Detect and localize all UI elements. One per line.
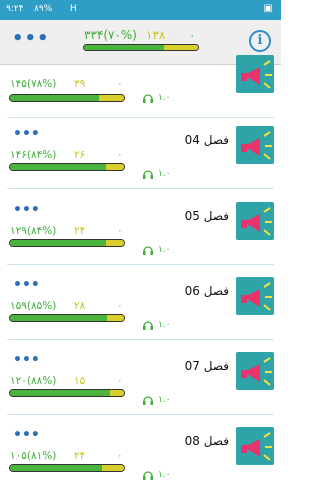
card-progress-bar [9,94,125,102]
listen-count: ۱.۰ [158,470,171,480]
headphone-icon[interactable] [142,319,154,331]
card-zero-stat: ۰ [117,450,123,462]
listen-count: ۱.۰ [158,320,171,330]
card-count-stat: ۱۵ [74,375,86,387]
card-count-stat: ۲۴ [74,450,86,462]
card-progress-fill [10,465,103,471]
notification-icon: ▣ [263,3,273,14]
card-progress-bar [9,314,125,322]
listen-count: ۱.۰ [158,395,171,405]
listen-count: ۱.۰ [158,245,171,255]
megaphone-thumbnail-icon [236,126,274,164]
chapter-title: فصل 06 [184,284,229,298]
chapter-card[interactable]: ••• فصل 04 ۱۴۶(۸۴%) ۲۶ ۰ ۱.۰ [7,118,274,189]
card-count-stat: ۲۴ [74,225,86,237]
megaphone-thumbnail-icon [236,202,274,240]
chapter-card[interactable]: ••• فصل 08 ۱۰۵(۸۱%) ۲۴ ۰ ۱.۰ [7,419,274,489]
chapter-title: فصل 07 [184,359,229,373]
card-menu-button[interactable]: ••• [13,427,40,443]
card-total-stat: ۱۵۹(۸۵%) [10,300,57,312]
card-total-stat: ۱۲۰(۸۸%) [10,375,57,387]
card-count-stat: ۲۸ [74,300,86,312]
headphone-icon[interactable] [142,92,154,104]
card-progress-fill [10,95,99,101]
card-zero-stat: ۰ [117,78,123,90]
megaphone-thumbnail-icon [236,277,274,315]
megaphone-thumbnail-icon [236,55,274,93]
card-progress-bar [9,464,125,472]
chapter-card[interactable]: ••• فصل 05 ۱۲۹(۸۴%) ۲۴ ۰ ۱.۰ [7,194,274,265]
progress-segment [105,164,124,170]
card-count-stat: ۳۹ [74,78,86,90]
headphone-icon[interactable] [142,244,154,256]
signal-indicator: H [70,4,77,14]
card-total-stat: ۱۴۵(۷۸%) [10,78,57,90]
megaphone-thumbnail-icon [236,352,274,390]
card-total-stat: ۱۲۹(۸۴%) [10,225,57,237]
chapter-card[interactable]: ••• فصل 06 ۱۵۹(۸۵%) ۲۸ ۰ ۱.۰ [7,269,274,340]
header-count-stat: ۱۳۸ [146,28,166,42]
chapter-title: فصل 04 [184,133,229,147]
card-menu-button[interactable]: ••• [13,277,40,293]
headphone-icon[interactable] [142,469,154,481]
progress-segment [105,240,124,246]
chapter-title: فصل 08 [184,434,229,448]
card-menu-button[interactable]: ••• [13,352,40,368]
chapter-card[interactable]: ••• فصل 07 ۱۲۰(۸۸%) ۱۵ ۰ ۱.۰ [7,344,274,415]
card-total-stat: ۱۴۶(۸۴%) [10,149,57,161]
card-menu-button[interactable]: ••• [13,126,40,142]
card-zero-stat: ۰ [117,149,123,161]
status-time: ۹:۲۴ [6,4,24,14]
card-progress-fill [10,315,107,321]
chapter-card[interactable]: ۱۴۵(۷۸%) ۳۹ ۰ ۱.۰ [7,47,274,118]
card-progress-fill [10,240,106,246]
headphone-icon[interactable] [142,394,154,406]
battery-level: ۸۹% [34,4,53,14]
card-progress-bar [9,239,125,247]
card-progress-bar [9,389,125,397]
header-total-stat: ۳۳۴(۷۰%) [84,28,137,42]
progress-segment [110,390,124,396]
card-progress-bar [9,163,125,171]
overflow-menu-button[interactable]: ••• [12,28,50,49]
progress-segment [102,465,124,471]
status-bar: ۹:۲۴ ۸۹% H ▣ [0,0,281,20]
card-zero-stat: ۰ [117,225,123,237]
card-menu-button[interactable]: ••• [13,202,40,218]
megaphone-thumbnail-icon [236,427,274,465]
card-progress-fill [10,164,106,170]
progress-segment [106,315,124,321]
headphone-icon[interactable] [142,168,154,180]
chapter-title: فصل 05 [184,209,229,223]
listen-count: ۱.۰ [158,93,171,103]
header-zero-stat: ۰ [189,28,196,42]
card-count-stat: ۲۶ [74,149,86,161]
progress-segment [98,95,124,101]
listen-count: ۱.۰ [158,169,171,179]
card-progress-fill [10,390,111,396]
card-zero-stat: ۰ [117,375,123,387]
card-zero-stat: ۰ [117,300,123,312]
card-total-stat: ۱۰۵(۸۱%) [10,450,57,462]
